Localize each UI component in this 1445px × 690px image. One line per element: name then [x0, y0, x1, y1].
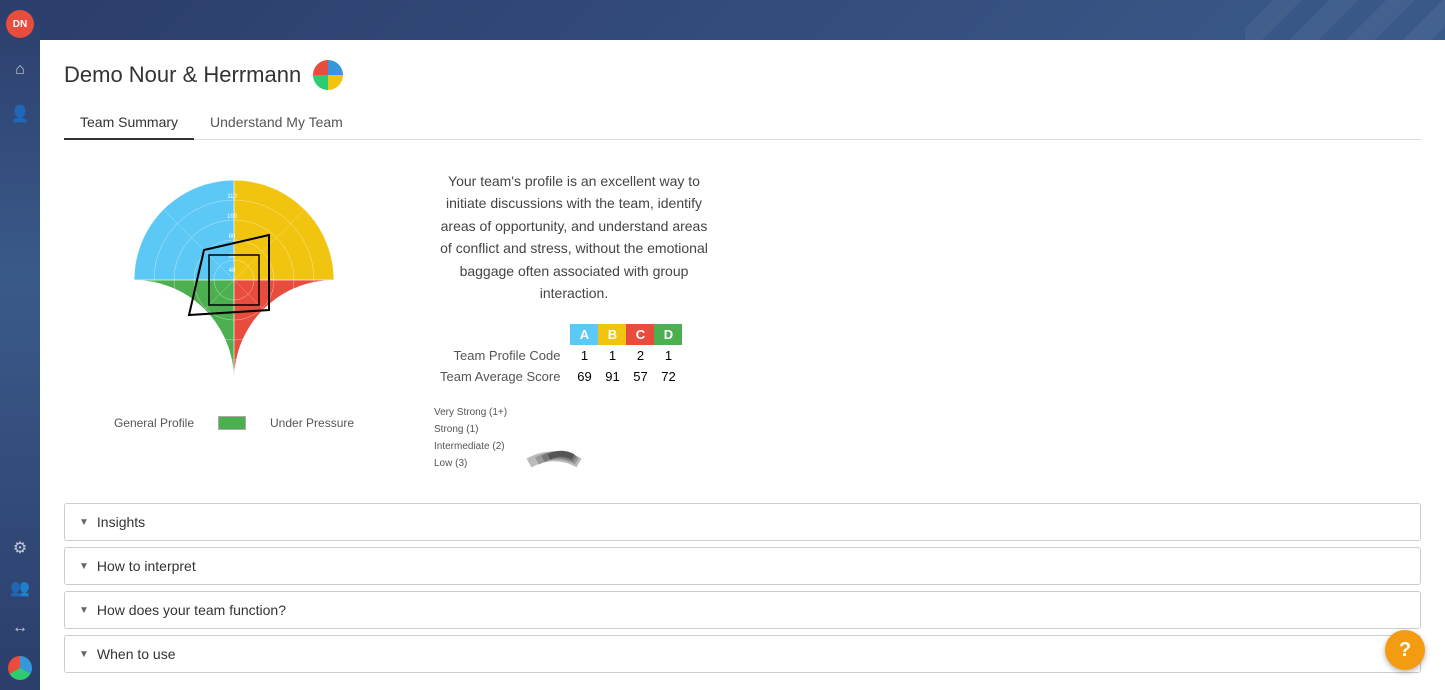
arc-label-3: Low (3): [434, 458, 507, 469]
accordion-insights-label: Insights: [97, 514, 145, 530]
transfer-icon[interactable]: ↔: [8, 616, 32, 640]
page-header: Demo Nour & Herrmann: [64, 60, 1421, 90]
info-area: Your team's profile is an excellent way …: [434, 160, 1421, 473]
sidebar: DN ⌂ 👤 ⚙ 👥 ↔: [0, 0, 40, 690]
under-pressure-legend: Under Pressure: [270, 416, 354, 430]
quad-c-header: C: [626, 324, 654, 345]
profile-code-row: Team Profile Code 1 1 2 1: [434, 345, 682, 366]
arc-label-1: Strong (1): [434, 424, 507, 435]
tab-team-summary[interactable]: Team Summary: [64, 106, 194, 140]
average-a: 69: [570, 366, 598, 387]
tab-understand-my-team[interactable]: Understand My Team: [194, 106, 359, 140]
accordion-function-arrow: ▼: [79, 605, 89, 616]
svg-text:80: 80: [229, 234, 236, 240]
profile-code-label: Team Profile Code: [434, 345, 570, 366]
accordion-insights: ▼ Insights: [64, 503, 1421, 541]
under-pressure-label: Under Pressure: [270, 416, 354, 430]
accordion-interpret-label: How to interpret: [97, 558, 196, 574]
arc-label-2: Intermediate (2): [434, 441, 507, 452]
description-text: Your team's profile is an excellent way …: [434, 170, 714, 304]
main-layout: 120 110 100 80 60 40 General Profile: [64, 160, 1421, 473]
contacts-icon[interactable]: 👤: [8, 102, 32, 126]
chart-legend: General Profile Under Pressure: [114, 416, 354, 430]
home-icon[interactable]: ⌂: [8, 58, 32, 82]
general-profile-label: General Profile: [114, 416, 194, 430]
user-avatar[interactable]: DN: [6, 10, 34, 38]
accordion-when: ▼ When to use: [64, 635, 1421, 673]
page-title: Demo Nour & Herrmann: [64, 62, 301, 88]
accordion-insights-arrow: ▼: [79, 517, 89, 528]
arc-label-0: Very Strong (1+): [434, 407, 507, 418]
help-button[interactable]: ?: [1385, 630, 1425, 670]
accordion-function-label: How does your team function?: [97, 602, 286, 618]
arc-labels: Very Strong (1+) Strong (1) Intermediate…: [434, 407, 507, 469]
accordion-when-arrow: ▼: [79, 649, 89, 660]
quad-b-header: B: [598, 324, 626, 345]
topbar: [40, 0, 1445, 40]
accordion-insights-header[interactable]: ▼ Insights: [65, 504, 1420, 540]
accordion-when-header[interactable]: ▼ When to use: [65, 636, 1420, 672]
average-c: 57: [626, 366, 654, 387]
chart-area: 120 110 100 80 60 40 General Profile: [64, 160, 404, 473]
general-profile-legend: General Profile: [114, 416, 194, 430]
average-b: 91: [598, 366, 626, 387]
average-score-row: Team Average Score 69 91 57 72: [434, 366, 682, 387]
svg-text:40: 40: [229, 268, 236, 274]
svg-text:120: 120: [226, 173, 238, 180]
general-profile-box: [218, 416, 246, 430]
accordion-function-header[interactable]: ▼ How does your team function?: [65, 592, 1420, 628]
average-score-label: Team Average Score: [434, 366, 570, 387]
svg-text:110: 110: [227, 194, 237, 200]
profile-b: 1: [598, 345, 626, 366]
score-table: A B C D Team Profile Code 1 1 2 1 Team A…: [434, 324, 682, 387]
language-icon[interactable]: [8, 656, 32, 680]
main-content: Demo Nour & Herrmann Team Summary Unders…: [40, 0, 1445, 690]
average-d: 72: [654, 366, 682, 387]
profile-c: 2: [626, 345, 654, 366]
quad-d-header: D: [654, 324, 682, 345]
score-header-row: A B C D: [434, 324, 682, 345]
accordion-interpret-arrow: ▼: [79, 561, 89, 572]
accordion-interpret-header[interactable]: ▼ How to interpret: [65, 548, 1420, 584]
accordion-when-label: When to use: [97, 646, 176, 662]
score-header-empty: [434, 324, 570, 345]
hbdi-logo-icon: [313, 60, 343, 90]
quad-a-header: A: [570, 324, 598, 345]
arc-legend: Very Strong (1+) Strong (1) Intermediate…: [434, 403, 1421, 473]
accordion-container: ▼ Insights ▼ How to interpret ▼ How does…: [64, 503, 1421, 673]
accordion-function: ▼ How does your team function?: [64, 591, 1421, 629]
settings-icon[interactable]: ⚙: [8, 536, 32, 560]
content-panel: Demo Nour & Herrmann Team Summary Unders…: [40, 40, 1445, 690]
tab-bar: Team Summary Understand My Team: [64, 106, 1421, 140]
svg-text:100: 100: [227, 214, 238, 220]
accordion-interpret: ▼ How to interpret: [64, 547, 1421, 585]
profile-d: 1: [654, 345, 682, 366]
arc-chart-svg: [519, 403, 589, 473]
users-icon[interactable]: 👥: [8, 576, 32, 600]
brain-chart: 120 110 100 80 60 40: [114, 160, 354, 400]
profile-a: 1: [570, 345, 598, 366]
